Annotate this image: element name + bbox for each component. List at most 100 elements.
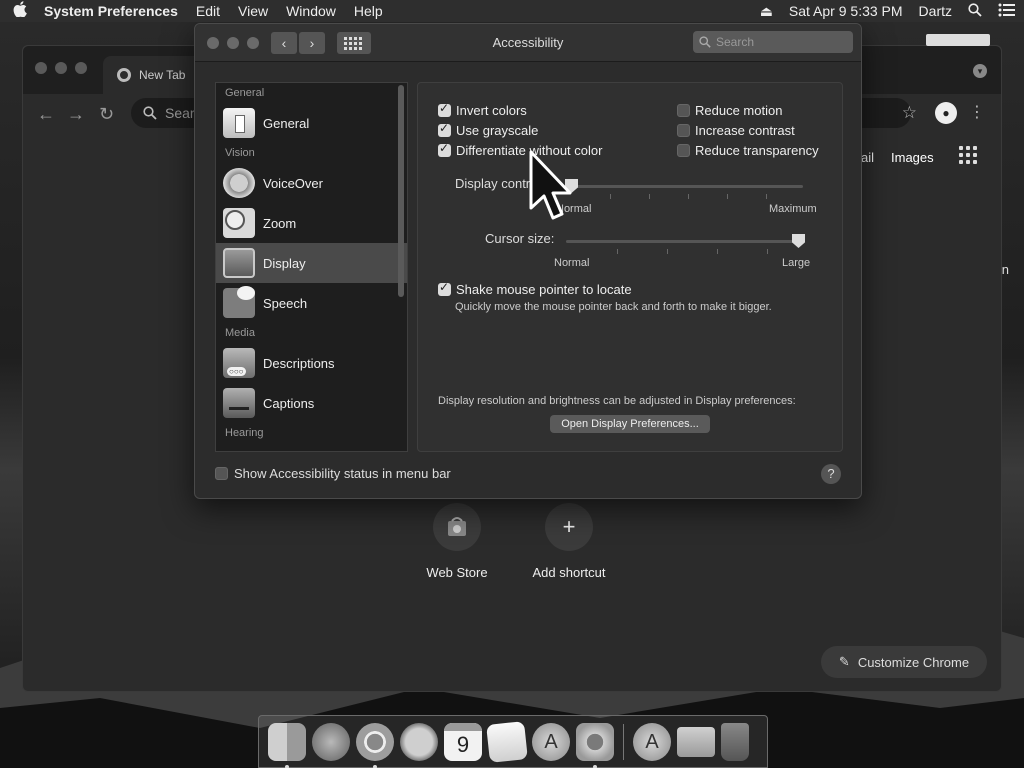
checkbox-box[interactable] (438, 141, 451, 157)
reduce-motion-checkbox[interactable]: Reduce motion (677, 103, 782, 118)
checkbox-label: Reduce motion (695, 103, 783, 118)
checkbox-label: Shake mouse pointer to locate (456, 282, 632, 297)
search-placeholder: Search (716, 35, 755, 49)
menu-user[interactable]: Dartz (911, 3, 960, 19)
notification-center-icon[interactable] (990, 3, 1024, 20)
sidebar-section-header: Vision (225, 147, 255, 159)
zoom-icon (223, 208, 255, 238)
safari-icon[interactable] (400, 722, 438, 761)
chrome-favicon-icon (117, 68, 131, 82)
bookmark-star-icon[interactable]: ☆ (902, 103, 917, 123)
sidebar-item-display[interactable]: Display (216, 243, 407, 283)
display-options-panel: Invert colors Use grayscale Differentiat… (417, 82, 843, 452)
eject-icon[interactable]: ⏏ (752, 3, 781, 20)
dock: 9 A A (258, 715, 768, 768)
launchpad-icon[interactable] (312, 722, 350, 761)
customize-chrome-button[interactable]: ✎ Customize Chrome (821, 646, 987, 678)
checkbox-box[interactable] (438, 121, 451, 137)
notes-icon[interactable] (486, 720, 528, 763)
trash-icon[interactable] (721, 722, 749, 761)
cursor-max-label: Large (782, 257, 811, 269)
app-store-downloads-icon[interactable]: A (633, 722, 671, 761)
app-store-icon[interactable]: A (532, 722, 570, 761)
google-apps-icon[interactable] (959, 146, 977, 164)
mouse-pointer-icon (529, 150, 572, 220)
checkbox-box[interactable] (677, 144, 690, 157)
chrome-tab-title: New Tab (139, 68, 186, 82)
shortcut-add[interactable]: + Add shortcut (514, 503, 624, 580)
cursor-size-slider[interactable] (566, 240, 803, 243)
profile-avatar-icon[interactable]: ● (935, 102, 957, 124)
calendar-icon[interactable]: 9 (444, 722, 482, 761)
menu-window[interactable]: Window (277, 3, 345, 19)
display-contrast-slider[interactable] (566, 185, 803, 188)
menu-view[interactable]: View (229, 3, 277, 19)
gmail-link[interactable]: ail (861, 150, 874, 165)
plus-icon: + (545, 503, 593, 551)
captions-icon (223, 388, 255, 418)
checkbox-box[interactable] (438, 101, 451, 117)
sidebar-item-zoom[interactable]: Zoom (216, 203, 407, 243)
back-arrow-icon[interactable]: ← (37, 104, 55, 125)
sidebar-section-header: Hearing (225, 427, 264, 439)
sidebar-item-descriptions[interactable]: Descriptions (216, 343, 407, 383)
chrome-tab-search-icon[interactable]: ▾ (973, 64, 987, 78)
chrome-badge (926, 34, 990, 46)
menu-help[interactable]: Help (345, 3, 392, 19)
forward-arrow-icon[interactable]: → (67, 104, 85, 125)
shortcut-label: Web Store (426, 565, 488, 580)
sidebar-scrollbar[interactable] (398, 85, 404, 297)
sidebar-item-captions[interactable]: Captions (216, 383, 407, 423)
increase-contrast-checkbox[interactable]: Increase contrast (677, 123, 795, 138)
use-grayscale-checkbox[interactable]: Use grayscale (438, 121, 538, 138)
sidebar-item-speech[interactable]: Speech (216, 283, 407, 323)
checkbox-label: Increase contrast (695, 123, 795, 138)
chrome-icon[interactable] (356, 722, 394, 768)
open-display-preferences-button[interactable]: Open Display Preferences... (550, 415, 710, 433)
checkbox-label: Invert colors (456, 103, 527, 118)
cursor-size-label: Cursor size: (485, 231, 555, 246)
downloads-folder-icon[interactable] (677, 726, 715, 757)
shortcut-web-store[interactable]: Web Store (402, 503, 512, 580)
help-button[interactable]: ? (821, 464, 841, 484)
prefs-titlebar: ‹ › Accessibility Search (195, 24, 861, 62)
checkbox-label: Reduce transparency (695, 143, 819, 158)
checkbox-box[interactable] (438, 280, 451, 296)
reduce-transparency-checkbox[interactable]: Reduce transparency (677, 143, 819, 158)
sidebar-item-label: Captions (263, 395, 315, 411)
app-menu[interactable]: System Preferences (40, 3, 187, 19)
images-link[interactable]: Images (891, 150, 934, 165)
apple-menu-icon[interactable] (0, 1, 40, 21)
search-icon (699, 36, 711, 48)
voiceover-icon (223, 168, 255, 198)
sidebar-item-label: Speech (263, 295, 308, 311)
differentiate-without-color-checkbox[interactable]: Differentiate without color (438, 141, 602, 158)
chrome-menu-icon[interactable]: ⋮ (969, 102, 985, 122)
checkbox-box[interactable] (677, 124, 690, 137)
status-menu-checkbox[interactable]: Show Accessibility status in menu bar (215, 466, 451, 481)
invert-colors-checkbox[interactable]: Invert colors (438, 101, 527, 118)
page-edge-text: n (1001, 262, 1009, 277)
sidebar-item-voiceover[interactable]: VoiceOver (216, 163, 407, 203)
menu-edit[interactable]: Edit (187, 3, 229, 19)
cursor-size-thumb[interactable] (792, 234, 805, 248)
finder-icon[interactable] (268, 722, 306, 768)
shake-pointer-checkbox[interactable]: Shake mouse pointer to locate (438, 280, 632, 297)
chrome-zoom-button[interactable] (75, 62, 87, 74)
prefs-search-field[interactable]: Search (693, 31, 853, 53)
system-preferences-icon[interactable] (576, 722, 614, 768)
shortcut-label: Add shortcut (532, 565, 606, 580)
sidebar-item-label: Descriptions (263, 355, 335, 371)
sidebar-section-header: Media (225, 327, 255, 339)
menu-clock[interactable]: Sat Apr 9 5:33 PM (781, 3, 911, 19)
chrome-minimize-button[interactable] (55, 62, 67, 74)
spotlight-search-icon[interactable] (960, 2, 990, 20)
checkbox-label: Show Accessibility status in menu bar (234, 466, 451, 481)
sidebar-item-general[interactable]: General (216, 103, 407, 143)
chrome-close-button[interactable] (35, 62, 47, 74)
sidebar-section-header: General (225, 87, 265, 99)
checkbox-box[interactable] (677, 104, 690, 117)
reload-icon[interactable]: ↻ (99, 104, 114, 125)
checkbox-box[interactable] (215, 467, 228, 480)
accessibility-window: ‹ › Accessibility Search General General V… (194, 23, 862, 499)
